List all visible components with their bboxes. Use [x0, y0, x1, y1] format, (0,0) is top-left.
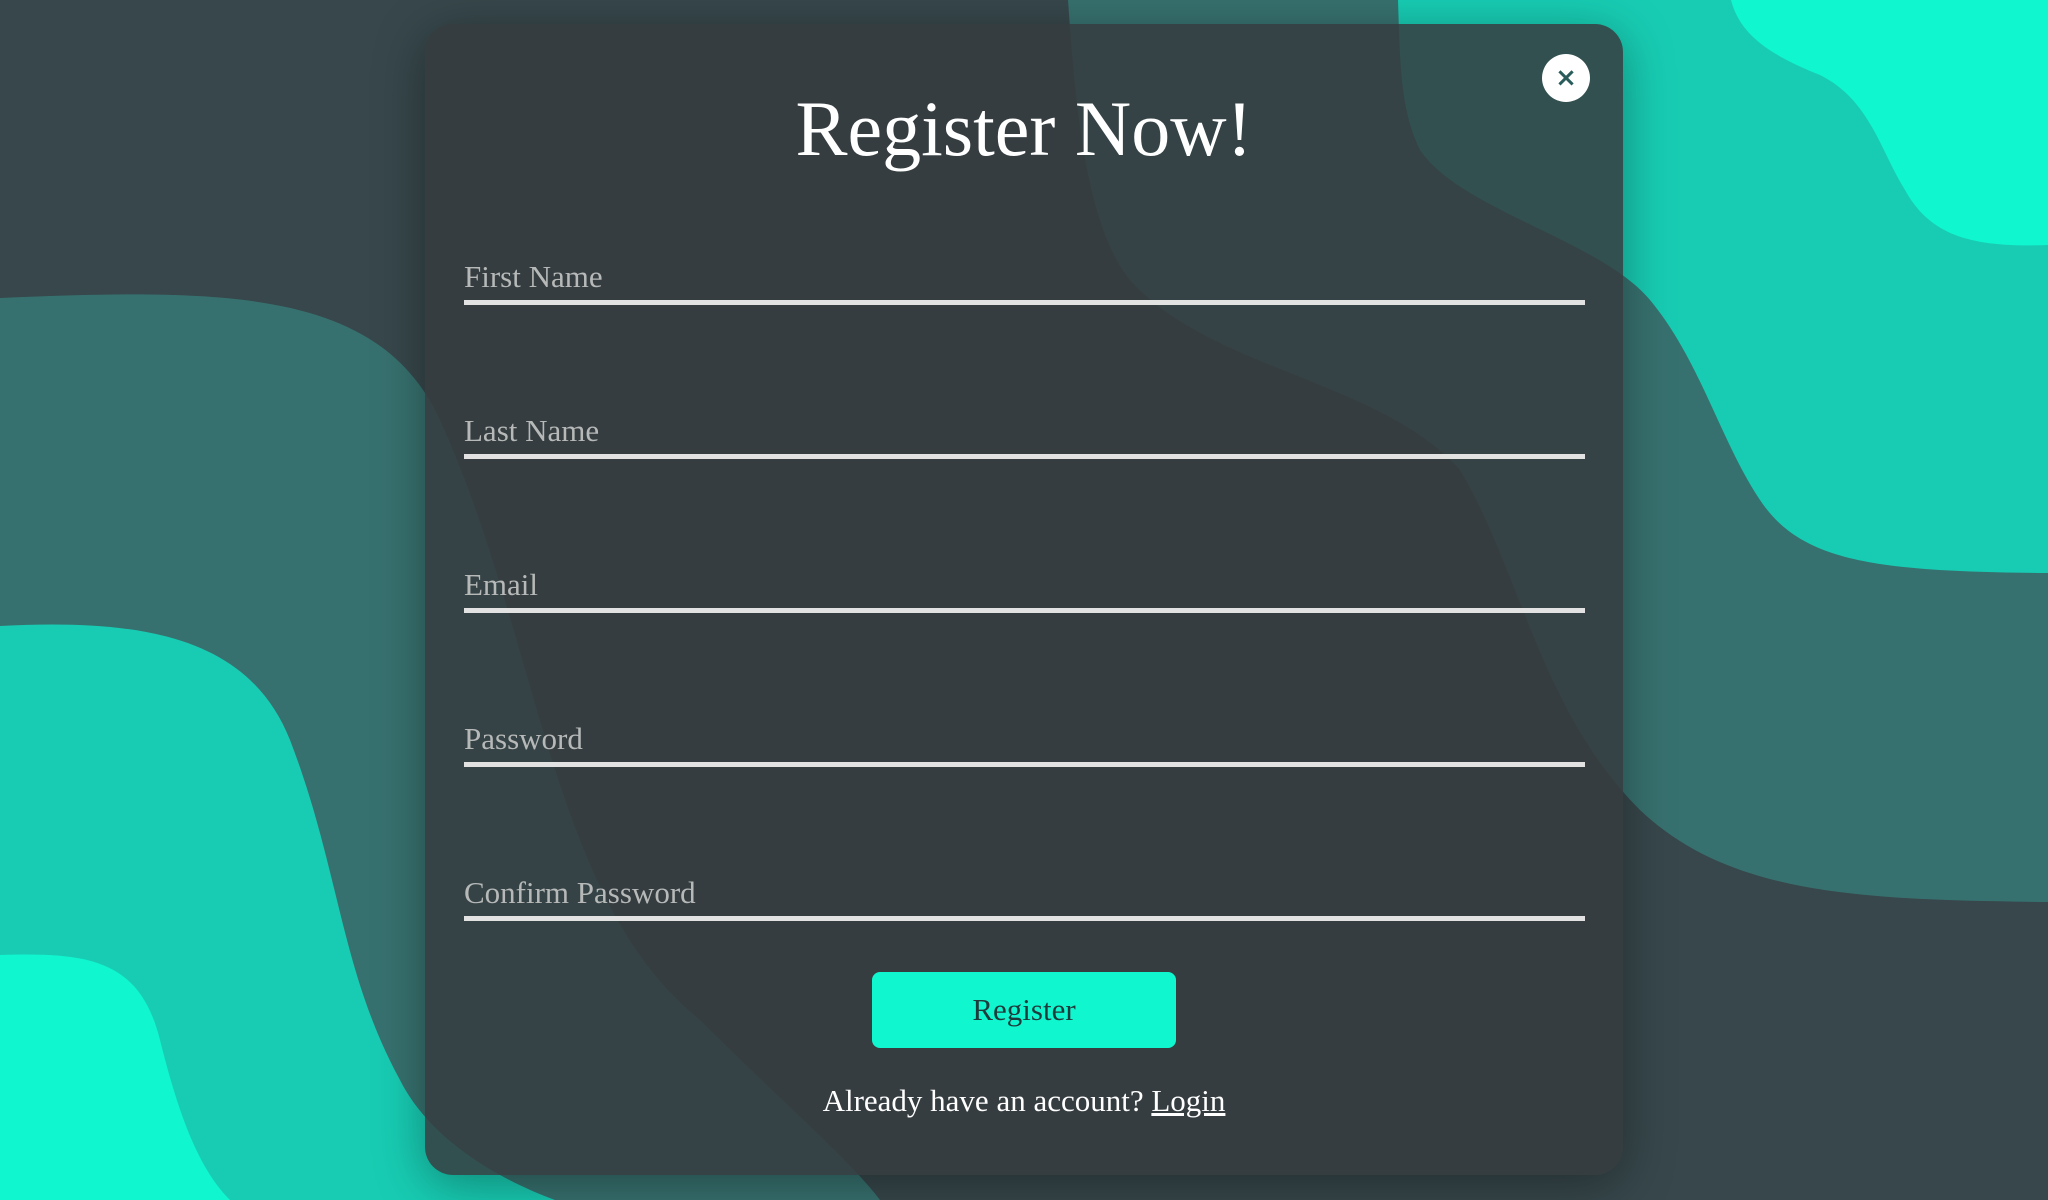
last-name-input[interactable]: [464, 408, 1585, 459]
close-button[interactable]: ×: [1542, 54, 1590, 102]
email-input[interactable]: [464, 562, 1585, 613]
password-input[interactable]: [464, 716, 1585, 767]
first-name-input[interactable]: [464, 254, 1585, 305]
modal-title: Register Now!: [795, 85, 1253, 172]
login-prompt-line: Already have an account? Login: [425, 1081, 1623, 1121]
register-button[interactable]: Register: [872, 972, 1176, 1048]
close-icon: ×: [1555, 63, 1577, 93]
login-link[interactable]: Login: [1151, 1083, 1225, 1118]
confirm-password-input[interactable]: [464, 870, 1585, 921]
register-modal: Register Now! × Register Already have an…: [425, 24, 1623, 1175]
login-prompt-text: Already have an account?: [822, 1083, 1144, 1118]
